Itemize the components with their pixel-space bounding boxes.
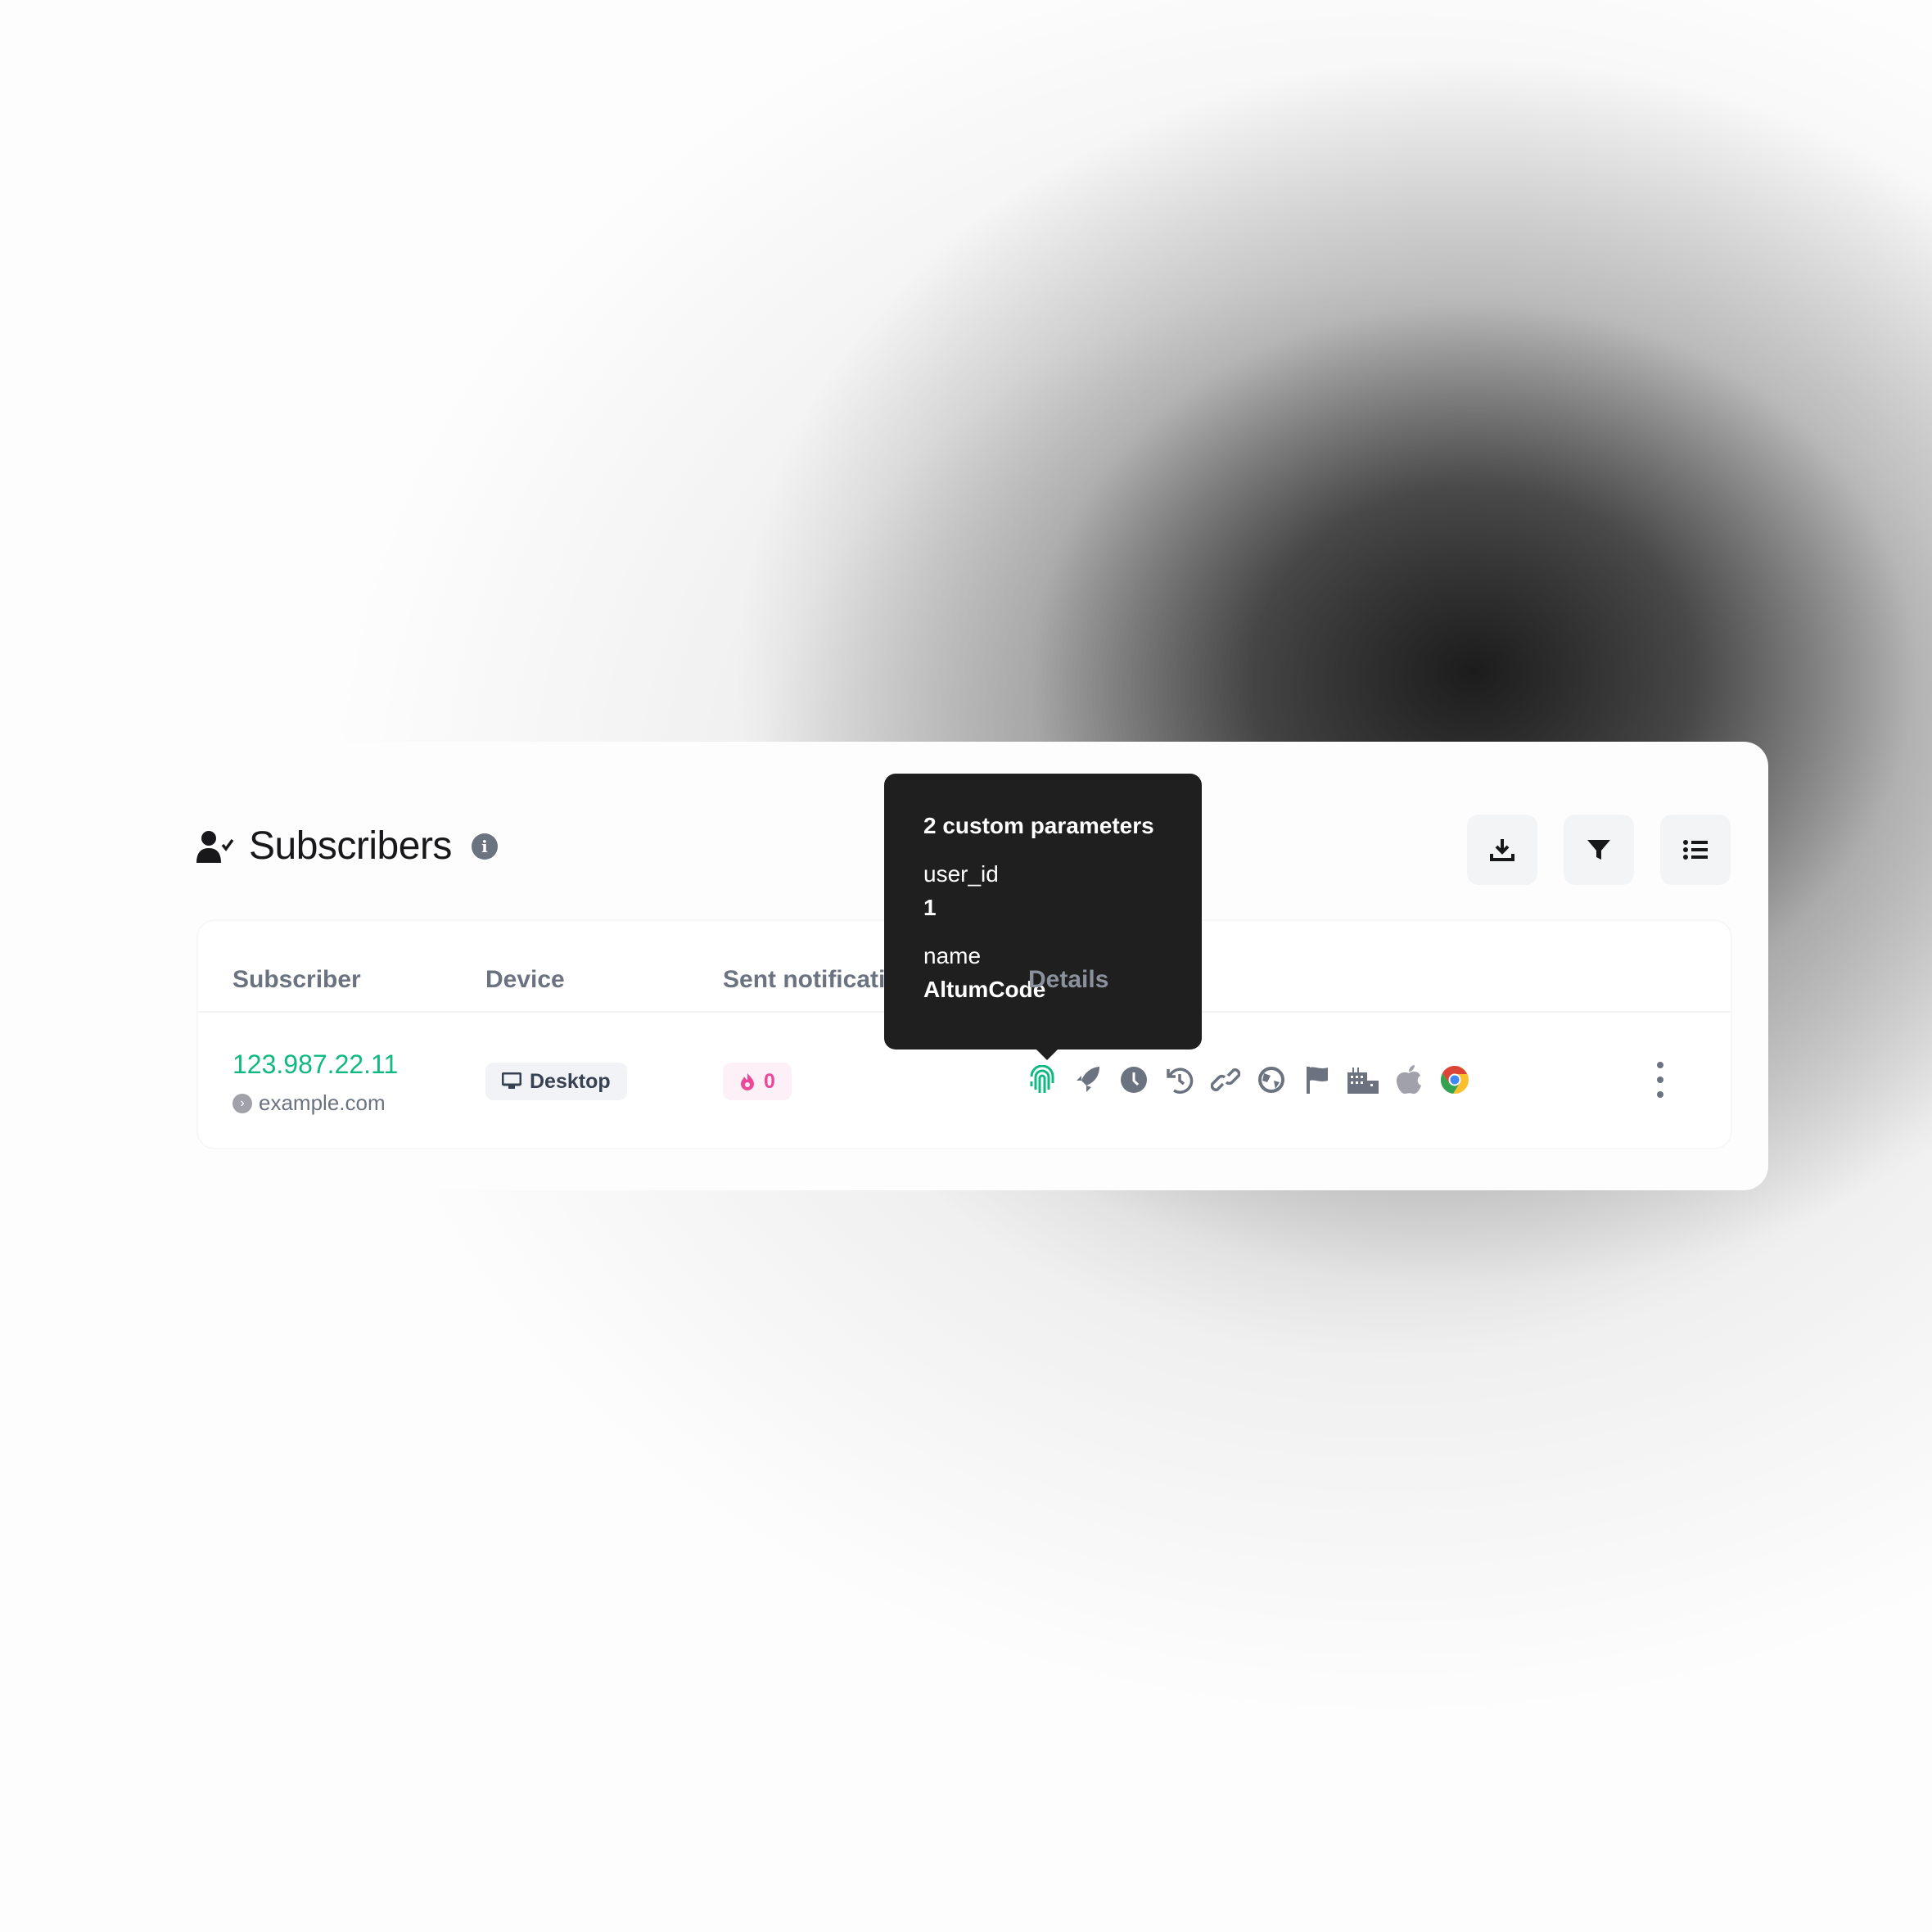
param-value: 1 (923, 895, 937, 920)
link-icon[interactable] (1210, 1063, 1241, 1096)
domain-text: example.com (259, 1090, 386, 1115)
device-text: Desktop (530, 1069, 611, 1093)
rocket-icon[interactable] (1072, 1063, 1104, 1096)
title-text: Subscribers (249, 824, 452, 868)
device-badge: Desktop (485, 1063, 627, 1100)
user-check-icon (196, 830, 234, 863)
fire-icon (741, 1073, 754, 1090)
sent-notifications-badge: 0 (723, 1063, 792, 1100)
sent-count: 0 (764, 1069, 775, 1093)
page-title: Subscribers i (196, 824, 498, 869)
param-key: user_id (923, 861, 999, 887)
download-icon (1490, 839, 1514, 861)
info-icon[interactable]: i (471, 833, 498, 860)
chrome-icon[interactable] (1439, 1063, 1470, 1096)
chevron-right-icon: › (232, 1093, 252, 1113)
column-details: Details (1028, 966, 1109, 993)
globe-icon[interactable] (1256, 1063, 1287, 1096)
desktop-icon (502, 1072, 521, 1089)
custom-parameters-tooltip: 2 custom parameters user_id 1 name Altum… (884, 774, 1202, 1060)
apple-icon[interactable] (1393, 1063, 1424, 1096)
city-icon[interactable] (1347, 1063, 1379, 1096)
subscriber-ip-link[interactable]: 123.987.22.11 (232, 1050, 398, 1080)
download-button[interactable] (1467, 815, 1537, 885)
param-value: AltumCode (923, 977, 1046, 1002)
list-icon (1683, 840, 1708, 860)
param-key: name (923, 943, 982, 968)
row-actions-menu[interactable] (1654, 1062, 1667, 1098)
filter-button[interactable] (1564, 815, 1634, 885)
fingerprint-icon[interactable] (1027, 1063, 1058, 1096)
columns-button[interactable] (1660, 815, 1731, 885)
column-device[interactable]: Device (485, 966, 565, 994)
tooltip-title: 2 custom parameters (923, 813, 1154, 838)
column-subscriber[interactable]: Subscriber (232, 966, 361, 994)
filter-icon (1587, 840, 1610, 860)
flag-icon[interactable] (1302, 1063, 1333, 1096)
history-icon[interactable] (1164, 1063, 1195, 1096)
details-icons (1027, 1063, 1470, 1096)
clock-icon[interactable] (1118, 1063, 1149, 1096)
subscriber-domain: › example.com (232, 1090, 386, 1116)
